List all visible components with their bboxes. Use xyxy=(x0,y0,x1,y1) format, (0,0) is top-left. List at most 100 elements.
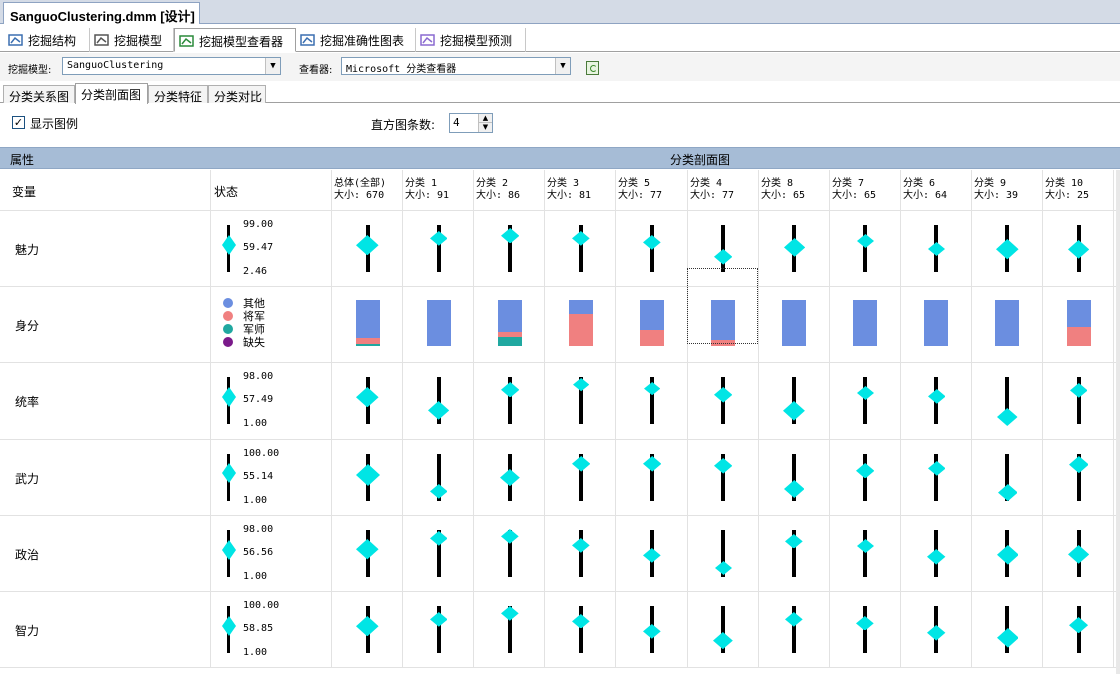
mean-marker[interactable] xyxy=(356,615,379,639)
chevron-down-icon[interactable]: ▼ xyxy=(265,58,280,74)
mean-marker[interactable] xyxy=(856,462,875,482)
mean-marker[interactable] xyxy=(856,386,874,403)
distribution-bar[interactable] xyxy=(995,300,1020,347)
grid-column-divider xyxy=(473,170,474,668)
cluster-column-header[interactable]: 分类 3 大小: 81 xyxy=(547,178,591,202)
cluster-column-header[interactable]: 分类 5 大小: 77 xyxy=(618,178,662,202)
mean-marker[interactable] xyxy=(713,249,733,268)
mean-marker[interactable] xyxy=(643,623,661,642)
model-select[interactable]: SanguoClustering ▼ xyxy=(62,57,281,75)
distribution-bar[interactable] xyxy=(853,300,878,347)
chevron-down-icon[interactable]: ▼ xyxy=(555,58,570,74)
mean-marker[interactable] xyxy=(1067,240,1090,262)
cluster-column-header[interactable]: 分类 1 大小: 91 xyxy=(405,178,449,202)
mean-marker[interactable] xyxy=(643,547,661,566)
cluster-column-header[interactable]: 分类 9 大小: 39 xyxy=(974,178,1018,202)
cluster-column-header[interactable]: 分类 2 大小: 86 xyxy=(476,178,520,202)
mean-marker[interactable] xyxy=(500,227,519,247)
mean-marker[interactable] xyxy=(785,611,803,630)
distribution-bar[interactable] xyxy=(568,300,593,347)
mean-marker[interactable] xyxy=(927,388,946,407)
mean-marker[interactable] xyxy=(1068,456,1089,476)
mean-marker[interactable] xyxy=(927,549,946,568)
mean-marker[interactable] xyxy=(856,233,874,251)
distribution-segment xyxy=(355,344,380,347)
spin-up-icon[interactable]: ▲ xyxy=(479,114,492,123)
mean-marker[interactable] xyxy=(429,230,448,249)
mean-marker[interactable] xyxy=(429,530,448,549)
mean-marker[interactable] xyxy=(500,606,519,624)
designer-tab-1[interactable]: 挖掘模型 xyxy=(90,28,174,52)
mean-marker[interactable] xyxy=(856,615,875,634)
cluster-column-header[interactable]: 分类 8 大小: 65 xyxy=(761,178,805,202)
mean-marker[interactable] xyxy=(429,611,448,630)
mean-marker[interactable] xyxy=(996,239,1019,262)
mean-marker[interactable] xyxy=(713,387,733,406)
cluster-column-header[interactable]: 总体(全部) 大小: 670 xyxy=(334,178,386,202)
distribution-bar[interactable] xyxy=(924,300,949,347)
mean-marker[interactable] xyxy=(1069,616,1089,636)
spin-down-icon[interactable]: ▼ xyxy=(479,123,492,132)
focused-cell[interactable] xyxy=(687,268,758,344)
viewer-select[interactable]: Microsoft 分类查看器 ▼ xyxy=(341,57,571,75)
mean-marker[interactable] xyxy=(996,628,1019,651)
designer-tab-4[interactable]: 挖掘模型预测 xyxy=(416,28,526,52)
distribution-bar[interactable] xyxy=(782,300,807,347)
mean-marker[interactable] xyxy=(428,400,450,423)
sub-tab-3[interactable]: 分类对比 xyxy=(208,85,266,104)
distribution-bar[interactable] xyxy=(426,300,451,347)
mean-marker[interactable] xyxy=(856,538,874,556)
designer-tab-3[interactable]: 挖掘准确性图表 xyxy=(296,28,416,52)
mean-marker[interactable] xyxy=(572,613,590,632)
mean-marker[interactable] xyxy=(571,456,591,475)
mean-marker[interactable] xyxy=(1067,544,1090,567)
mean-marker[interactable] xyxy=(927,625,946,644)
mean-marker[interactable] xyxy=(642,456,662,475)
mean-marker[interactable] xyxy=(643,235,661,253)
cluster-column-header[interactable]: 分类 7 大小: 65 xyxy=(832,178,876,202)
mean-marker[interactable] xyxy=(643,382,661,398)
mean-marker[interactable] xyxy=(927,461,946,479)
mean-marker[interactable] xyxy=(572,538,590,556)
mean-marker[interactable] xyxy=(572,378,589,394)
sub-tab-0[interactable]: 分类关系图 xyxy=(3,85,75,104)
sub-tab-2[interactable]: 分类特征 xyxy=(148,85,208,104)
mean-marker[interactable] xyxy=(996,545,1019,568)
cluster-column-header[interactable]: 分类 6 大小: 64 xyxy=(903,178,947,202)
refresh-icon[interactable] xyxy=(586,61,599,75)
mean-marker[interactable] xyxy=(997,483,1018,504)
designer-tab-0[interactable]: 挖掘结构 xyxy=(4,28,90,52)
mean-marker[interactable] xyxy=(785,533,803,552)
mean-marker[interactable] xyxy=(572,230,590,249)
mean-marker[interactable] xyxy=(500,381,519,401)
mean-marker[interactable] xyxy=(713,458,733,477)
mean-marker[interactable] xyxy=(356,539,379,562)
mean-marker[interactable] xyxy=(713,632,733,652)
mean-marker[interactable] xyxy=(927,242,945,259)
mean-marker[interactable] xyxy=(500,528,519,547)
histogram-bars-spinner[interactable]: 4 ▲ ▼ xyxy=(449,113,493,133)
mean-marker[interactable] xyxy=(783,238,805,260)
mean-marker[interactable] xyxy=(1069,383,1088,401)
mean-marker[interactable] xyxy=(355,464,380,489)
cluster-column-header[interactable]: 分类 10 大小: 25 xyxy=(1045,178,1089,202)
sub-tab-1[interactable]: 分类剖面图 xyxy=(75,83,148,104)
vertical-scrollbar[interactable] xyxy=(1116,170,1120,674)
document-tab[interactable]: SanguoClustering.dmm [设计] xyxy=(3,2,200,24)
mean-marker[interactable] xyxy=(997,407,1018,429)
mean-marker[interactable] xyxy=(783,480,805,501)
mean-marker[interactable] xyxy=(356,234,379,258)
mean-marker[interactable] xyxy=(429,483,448,502)
viewer-icon xyxy=(179,34,195,48)
distribution-bar[interactable] xyxy=(355,300,380,347)
show-legend-checkbox[interactable]: ✓ xyxy=(12,116,25,129)
mean-marker[interactable] xyxy=(783,401,806,424)
mean-marker[interactable] xyxy=(499,468,520,489)
mean-marker[interactable] xyxy=(714,561,732,578)
mean-marker[interactable] xyxy=(356,386,379,410)
distribution-bar[interactable] xyxy=(1066,300,1091,347)
designer-tab-2[interactable]: 挖掘模型查看器 xyxy=(174,28,296,52)
cluster-column-header[interactable]: 分类 4 大小: 77 xyxy=(690,178,734,202)
distribution-bar[interactable] xyxy=(639,300,664,347)
distribution-bar[interactable] xyxy=(497,300,522,347)
